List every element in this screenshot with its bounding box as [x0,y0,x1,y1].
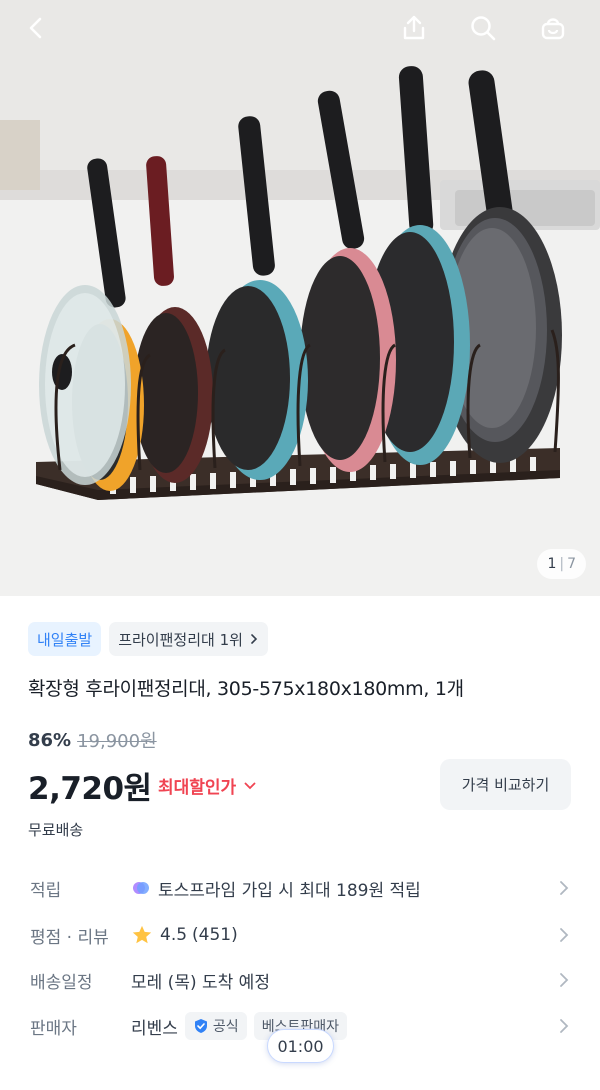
sale-price: 2,720원 [28,771,152,807]
badge-row: 내일출발 프라이팬정리대 1위 [28,622,268,656]
review-count: (451) [192,925,238,945]
points-row[interactable]: 적립 토스프라임 가입 시 최대 189원 적립 [0,868,600,908]
delivery-row[interactable]: 배송일정 모레 (목) 도착 예정 [0,960,600,1000]
cart-icon[interactable] [533,8,573,48]
points-value: 토스프라임 가입 시 최대 189원 적립 [158,880,421,901]
official-label: 공식 [212,1019,239,1035]
counter-current: 1 [547,556,557,572]
compare-price-button[interactable]: 가격 비교하기 [440,759,571,810]
next-day-badge: 내일출발 [28,622,102,656]
search-icon[interactable] [463,8,503,48]
chevron-right-icon [560,1019,569,1033]
rating-score: 4.5 [160,925,188,945]
share-icon[interactable] [394,8,434,48]
verified-icon [194,1019,207,1033]
delivery-label: 배송일정 [30,972,93,993]
frying-pan-rack-photo [0,0,600,596]
official-badge: 공식 [184,1012,247,1040]
discount-rate: 86% [28,729,72,751]
image-counter: 1 | 7 [537,549,586,579]
rating-row[interactable]: 평점 · 리뷰 4.5 (451) [0,915,600,955]
rating-label: 평점 · 리뷰 [30,927,109,948]
chevron-right-icon [560,928,569,942]
original-price: 19,900원 [77,731,157,752]
delivery-value: 모레 (목) 도착 예정 [131,972,270,993]
points-label: 적립 [30,880,62,901]
chevron-right-icon [560,881,569,895]
max-discount-label: 최대할인가 [158,778,237,798]
star-icon [132,925,152,944]
shipping-info: 무료배송 [28,821,84,839]
counter-separator: | [559,556,565,572]
chevron-right-icon [560,973,569,987]
rating-value-wrap: 4.5 (451) [131,924,238,946]
back-icon[interactable] [16,8,56,48]
prime-icon [133,882,149,894]
product-image[interactable]: 1 | 7 [0,0,600,596]
ranking-badge[interactable]: 프라이팬정리대 1위 [109,622,268,656]
top-navigation [0,0,600,60]
product-title: 확장형 후라이팬정리대, 305-575x180x180mm, 1개 [28,678,464,700]
timer-pill[interactable]: 01:00 [267,1029,334,1063]
discount-row: 86% 19,900원 [28,727,157,753]
ranking-label: 프라이팬정리대 1위 [118,630,243,649]
chevron-right-icon [251,634,258,644]
chevron-down-icon [244,782,256,789]
seller-name: 리벤스 [131,1018,178,1039]
max-discount-toggle[interactable]: 최대할인가 [158,773,256,798]
counter-total: 7 [567,556,576,572]
points-value-wrap: 토스프라임 가입 시 최대 189원 적립 [131,876,421,901]
seller-label: 판매자 [30,1018,77,1039]
